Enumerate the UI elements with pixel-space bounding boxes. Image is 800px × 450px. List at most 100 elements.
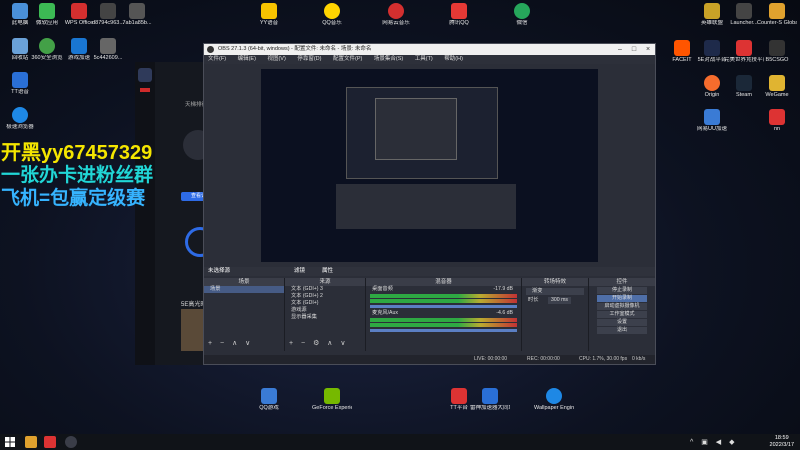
desktop-icon-top-6[interactable]: 5c442609... <box>88 38 128 61</box>
tray-icons[interactable]: ^ ▣ ◀ ◆ <box>690 438 738 446</box>
maximize-icon[interactable]: □ <box>627 44 641 55</box>
netease-music-icon <box>388 3 404 19</box>
exit-button[interactable]: 退出 <box>597 327 647 334</box>
wegame-icon <box>769 75 785 91</box>
origin-icon <box>704 75 720 91</box>
steam-icon <box>736 75 752 91</box>
perfect-world-icon <box>736 40 752 56</box>
desktop-icon-right-6[interactable]: B5CSGO <box>757 40 797 63</box>
lol-icon <box>704 3 720 19</box>
app-taskbar-icon[interactable] <box>44 436 56 448</box>
file-icon <box>129 3 145 19</box>
menu-docks[interactable]: 停靠窗(D) <box>297 56 321 62</box>
desktop-icon-tt[interactable]: TT语音 <box>0 72 40 95</box>
obs-window[interactable]: OBS 27.1.3 (64-bit, windows) - 配置文件: 未命名… <box>203 43 656 365</box>
mixer-channel-desktop: 桌面音频 -17.9 dB <box>372 286 513 292</box>
studio-mode-button[interactable]: 工作室模式 <box>597 311 647 318</box>
desktop-icon-bottom-4[interactable]: Wallpaper Engine:... <box>534 388 574 411</box>
5e-logo-icon <box>138 68 152 82</box>
desktop-icon-top-7[interactable]: YY语音 <box>249 3 289 26</box>
obs-title: OBS 27.1.3 (64-bit, windows) - 配置文件: 未命名… <box>218 46 372 52</box>
bgapp-sidebar <box>135 62 155 365</box>
source-item[interactable]: 游戏源 <box>285 307 365 314</box>
menu-file[interactable]: 文件(F) <box>208 56 226 62</box>
source-item[interactable]: 文本 (GDI+) <box>285 300 365 307</box>
settings-button[interactable]: 设置 <box>597 319 647 326</box>
filter-button[interactable]: 滤镜 <box>294 267 305 276</box>
desktop-icon-right-2[interactable]: Counter-S Global Off... <box>757 3 797 26</box>
obs-titlebar[interactable]: OBS 27.1.3 (64-bit, windows) - 配置文件: 未命名… <box>204 44 655 55</box>
recursive-docks <box>336 184 516 229</box>
scenes-dock: 场景 场景 + − ∧ ∨ <box>204 278 285 351</box>
menu-profile[interactable]: 配置文件(P) <box>333 56 362 62</box>
virtual-camera-button[interactable]: 启动虚拟摄像机 <box>597 303 647 310</box>
clock[interactable]: 18:59 2022/3/17 <box>770 435 794 449</box>
desktop-icon-top-9[interactable]: 网易云音乐 <box>376 3 416 26</box>
qq-icon <box>451 3 467 19</box>
desktop-volume-slider[interactable] <box>370 305 517 308</box>
desktop-icon-top-10[interactable]: 腾讯QQ <box>439 3 479 26</box>
desktop-icon-bottom-0[interactable]: QQ游戏 <box>249 388 289 411</box>
browser-icon <box>12 107 28 123</box>
stop-recording-button[interactable]: 停止录制 <box>597 287 647 294</box>
properties-button[interactable]: 属性 <box>322 267 333 276</box>
b5csgo-icon <box>769 40 785 56</box>
source-item[interactable]: 文本 (GDI+) 2 <box>285 293 365 300</box>
source-add-remove[interactable]: + − ⚙ ∧ ∨ <box>289 339 348 347</box>
menu-view[interactable]: 视图(V) <box>267 56 285 62</box>
menu-edit[interactable]: 编辑(E) <box>238 56 256 62</box>
obs-preview[interactable] <box>261 69 598 262</box>
tt-platform-icon <box>451 388 467 404</box>
scene-item[interactable]: 场景 <box>204 286 284 293</box>
desktop-icon-top-11[interactable]: 微信 <box>502 3 542 26</box>
faceit-icon <box>674 40 690 56</box>
desktop: 此电脑 回收站 TT语音 极速浏览器 微软应用 360安全浏览 WPS Offi… <box>0 0 800 450</box>
mixer-title: 混音器 <box>366 278 521 286</box>
wallpaper-engine-icon <box>546 388 562 404</box>
transition-select[interactable]: 渐变 <box>526 288 584 295</box>
mic-audio-meter <box>370 318 517 322</box>
close-icon[interactable]: × <box>641 44 655 55</box>
menu-help[interactable]: 帮助(H) <box>444 56 463 62</box>
mic-volume-slider[interactable] <box>370 329 517 332</box>
uu-icon <box>704 109 720 125</box>
recursive-preview <box>346 87 498 179</box>
qq-game-icon <box>261 388 277 404</box>
menu-scene-collection[interactable]: 场景集合(S) <box>374 56 403 62</box>
desktop-icon-top-8[interactable]: QQ音乐 <box>312 3 352 26</box>
source-toolbar: 未选择源 滤镜 属性 <box>204 267 655 276</box>
obs-taskbar-icon[interactable] <box>65 436 77 448</box>
source-item[interactable]: 文本 (GDI+) 3 <box>285 286 365 293</box>
scenes-title: 场景 <box>204 278 284 286</box>
file-icon <box>100 38 116 54</box>
source-item[interactable]: 显示器采集 <box>285 314 365 321</box>
desktop-icon-browser[interactable]: 极速浏览器 <box>0 107 40 130</box>
mixer-channel-mic: 麦克风/Aux -4.6 dB <box>372 310 513 316</box>
wechat-icon <box>514 3 530 19</box>
qq-music-icon <box>324 3 340 19</box>
sources-title: 来源 <box>285 278 365 286</box>
taskbar: ^ ▣ ◀ ◆ 18:59 2022/3/17 <box>0 434 800 450</box>
scene-add-remove[interactable]: + − ∧ ∨ <box>208 339 253 347</box>
geforce-icon <box>324 388 340 404</box>
minimize-icon[interactable]: – <box>613 44 627 55</box>
clock-date: 2022/3/17 <box>769 442 794 448</box>
badge-icon <box>140 88 150 92</box>
transitions-dock: 转场特效 渐变 时长 300 ms <box>522 278 589 351</box>
desktop-icon-right-9[interactable]: WeGame <box>757 75 797 98</box>
no-source-label: 未选择源 <box>208 268 231 274</box>
desktop-icon-bottom-1[interactable]: GeForce Experience <box>312 388 352 411</box>
desktop-icon-bottom-3[interactable]: 雷神加速器大同城平台 <box>470 388 510 411</box>
desktop-icon-right-11[interactable]: nn <box>757 109 797 132</box>
desktop-icon-top-5[interactable]: 7ab1a85b... <box>117 3 157 26</box>
desktop-icon-right-10[interactable]: 网易UU加速 <box>692 109 732 132</box>
start-recording-button[interactable]: 开始录制 <box>597 295 647 302</box>
yy-icon <box>261 3 277 19</box>
start-icon[interactable] <box>4 436 16 448</box>
csgo-taskbar-icon[interactable] <box>25 436 37 448</box>
duration-input[interactable]: 300 ms <box>548 297 572 304</box>
recycle-bin-icon <box>12 38 28 54</box>
menu-tools[interactable]: 工具(T) <box>415 56 433 62</box>
rec-status: REC: 00:00:00 <box>527 356 560 362</box>
launcher-icon <box>736 3 752 19</box>
